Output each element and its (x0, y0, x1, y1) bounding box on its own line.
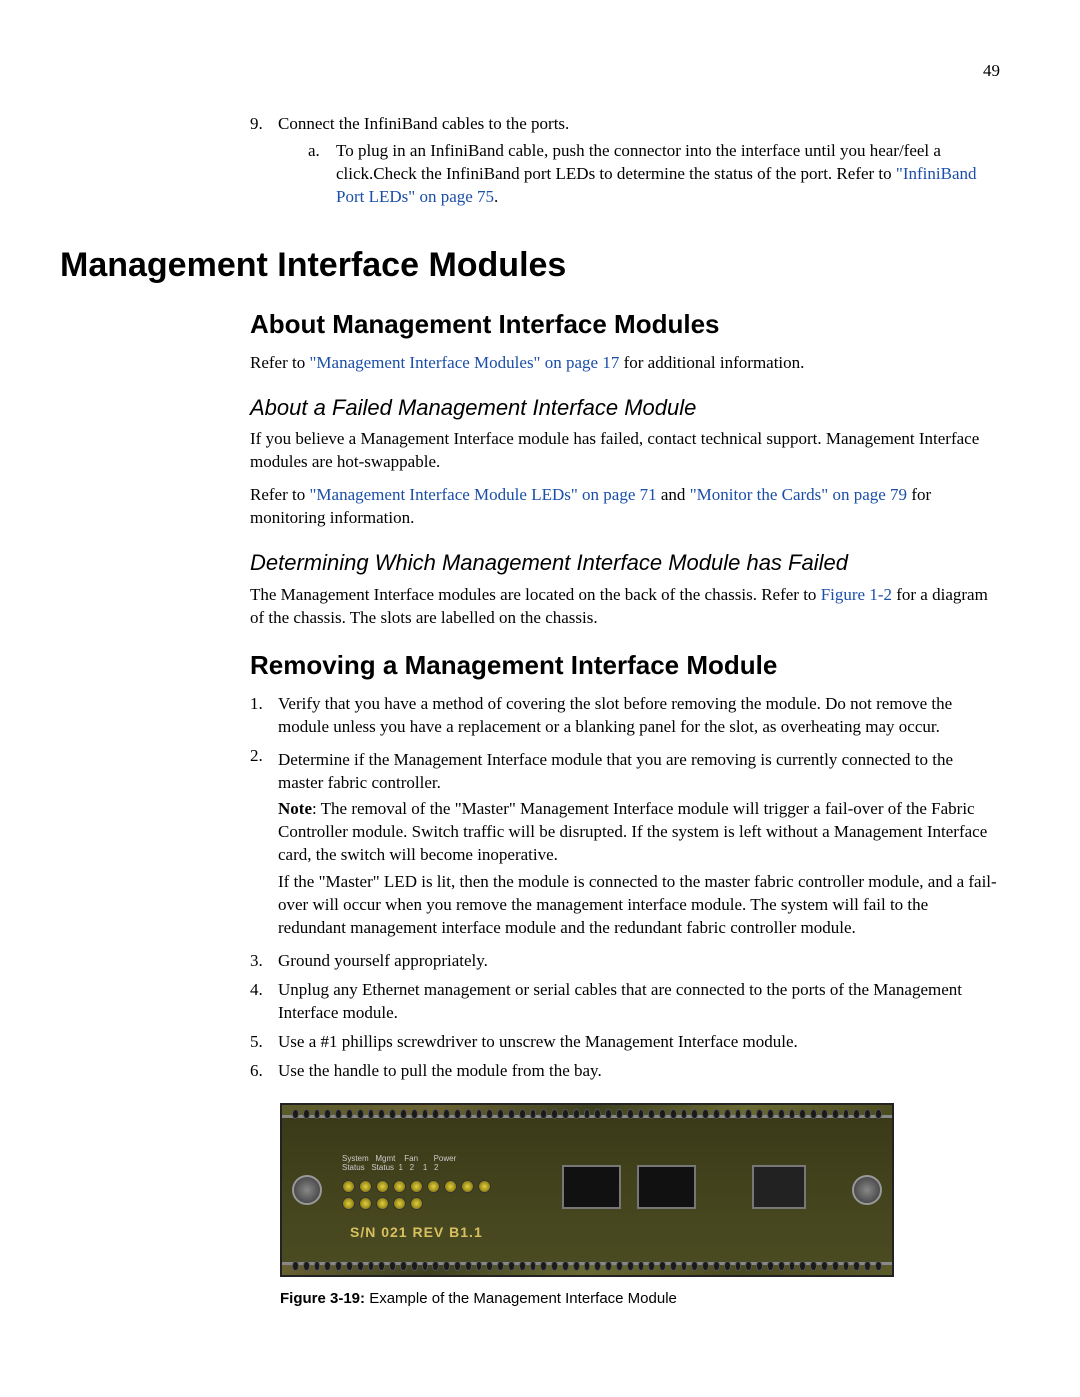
remove-step-1: 1. Verify that you have a method of cove… (250, 693, 1000, 739)
remove-step-2-note: Note: The removal of the "Master" Manage… (278, 798, 1000, 867)
vent-holes-top (282, 1105, 892, 1123)
serial-port-icon (752, 1165, 806, 1209)
monitor-cards-page79-link[interactable]: "Monitor the Cards" on page 79 (690, 485, 907, 504)
thumbscrew-right-icon (852, 1175, 882, 1205)
determine-p1: The Management Interface modules are loc… (250, 584, 1000, 630)
figure-caption-text: Example of the Management Interface Modu… (365, 1290, 677, 1307)
remove-step-3: 3. Ground yourself appropriately. (250, 950, 1000, 973)
figure-3-19-caption: Figure 3-19: Example of the Management I… (280, 1289, 1000, 1309)
figure-1-2-link[interactable]: Figure 1-2 (821, 585, 892, 604)
remove-step-5: 5. Use a #1 phillips screwdriver to unsc… (250, 1031, 1000, 1054)
remove-step-3-text: Ground yourself appropriately. (278, 951, 488, 970)
subheading-determining-failed-mim: Determining Which Management Interface M… (250, 548, 1000, 578)
remove-step-6-marker: 6. (250, 1060, 278, 1083)
section-heading-management-interface-modules: Management Interface Modules (60, 243, 1000, 289)
step-9-list: 9. Connect the InfiniBand cables to the … (250, 113, 1000, 213)
figure-3-19: System Mgmt Fan Power Status Status 1 2 … (280, 1103, 890, 1277)
about-p1-after: for additional information. (619, 353, 804, 372)
subheading-removing-mim: Removing a Management Interface Module (250, 648, 1000, 683)
subheading-about-failed-mim: About a Failed Management Interface Modu… (250, 393, 1000, 423)
about-paragraph: Refer to "Management Interface Modules" … (250, 352, 1000, 375)
remove-step-3-marker: 3. (250, 950, 278, 973)
subheading-about-mim: About Management Interface Modules (250, 307, 1000, 342)
failed-p1: If you believe a Management Interface mo… (250, 428, 1000, 474)
remove-step-2-p1: Determine if the Management Interface mo… (278, 749, 1000, 795)
about-p1-before: Refer to (250, 353, 309, 372)
remove-step-1-marker: 1. (250, 693, 278, 739)
led-labels: System Mgmt Fan Power Status Status 1 2 … (342, 1155, 456, 1173)
remove-step-4: 4. Unplug any Ethernet management or ser… (250, 979, 1000, 1025)
serial-number-label: S/N 021 REV B1.1 (350, 1223, 483, 1242)
remove-step-2-note-text: : The removal of the "Master" Management… (278, 799, 987, 864)
remove-step-2: 2. Determine if the Management Interface… (250, 745, 1000, 945)
figure-3-19-image: System Mgmt Fan Power Status Status 1 2 … (280, 1103, 894, 1277)
remove-step-5-text: Use a #1 phillips screwdriver to unscrew… (278, 1032, 798, 1051)
thumbscrew-left-icon (292, 1175, 322, 1205)
failed-p2-before: Refer to (250, 485, 309, 504)
remove-step-6-text: Use the handle to pull the module from t… (278, 1061, 602, 1080)
step-9-marker: 9. (250, 113, 278, 213)
failed-p2: Refer to "Management Interface Module LE… (250, 484, 1000, 530)
note-label: Note (278, 799, 312, 818)
vent-holes-bottom (282, 1257, 892, 1275)
step-9: 9. Connect the InfiniBand cables to the … (250, 113, 1000, 213)
remove-step-2-p3: If the "Master" LED is lit, then the mod… (278, 871, 1000, 940)
step-9-text: Connect the InfiniBand cables to the por… (278, 114, 569, 133)
step-9a: a. To plug in an InfiniBand cable, push … (308, 140, 1000, 209)
determine-p1-before: The Management Interface modules are loc… (250, 585, 821, 604)
figure-caption-bold: Figure 3-19: (280, 1290, 365, 1307)
remove-step-4-marker: 4. (250, 979, 278, 1025)
status-leds (342, 1180, 502, 1210)
step-9a-marker: a. (308, 140, 336, 209)
step-9a-text-before: To plug in an InfiniBand cable, push the… (336, 141, 941, 183)
remove-step-5-marker: 5. (250, 1031, 278, 1054)
rj45-port-1-icon (562, 1165, 621, 1209)
remove-step-2-marker: 2. (250, 745, 278, 945)
step-9a-text-after: . (494, 187, 498, 206)
step-9-sublist: a. To plug in an InfiniBand cable, push … (308, 140, 1000, 209)
rj45-port-2-icon (637, 1165, 696, 1209)
mim-leds-page71-link[interactable]: "Management Interface Module LEDs" on pa… (309, 485, 656, 504)
remove-step-1-text: Verify that you have a method of coverin… (278, 694, 952, 736)
mim-page17-link[interactable]: "Management Interface Modules" on page 1… (309, 353, 619, 372)
removing-steps-list: 1. Verify that you have a method of cove… (250, 693, 1000, 1083)
remove-step-4-text: Unplug any Ethernet management or serial… (278, 980, 962, 1022)
remove-step-6: 6. Use the handle to pull the module fro… (250, 1060, 1000, 1083)
failed-p2-mid: and (657, 485, 690, 504)
page-number: 49 (60, 60, 1000, 83)
